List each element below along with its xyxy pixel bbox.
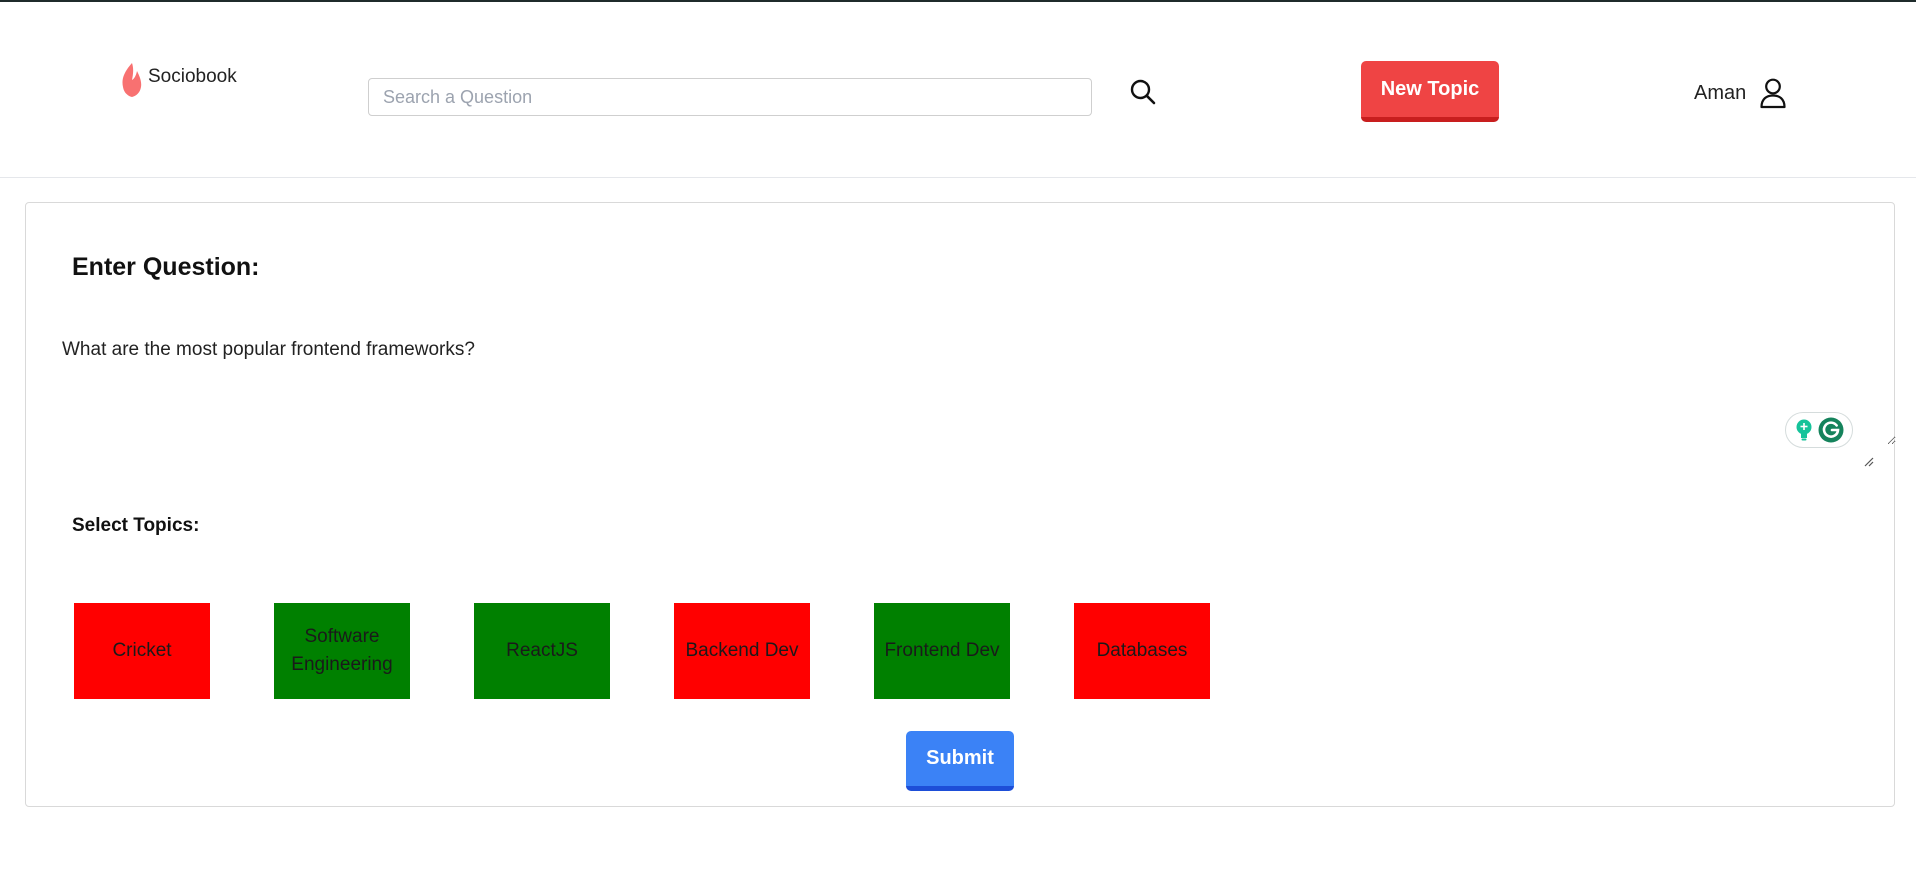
topic-label: Software Engineering <box>291 625 393 676</box>
new-topic-button[interactable]: New Topic <box>1361 61 1499 122</box>
topic-label: Backend Dev <box>685 639 799 661</box>
topic-chip[interactable]: Frontend Dev <box>874 603 1010 699</box>
user-icon <box>1760 78 1786 109</box>
app-name: Sociobook <box>148 66 237 87</box>
flame-icon <box>122 63 142 97</box>
grammarly-icon <box>1818 417 1844 443</box>
topic-label: Cricket <box>112 639 172 661</box>
topic-label: Databases <box>1096 639 1188 661</box>
topic-chip[interactable]: ReactJS <box>474 603 610 699</box>
navbar: Sociobook New Topic Aman <box>0 2 1916 178</box>
topic-label: ReactJS <box>506 639 578 661</box>
search-button[interactable] <box>1128 77 1158 107</box>
topic-chip[interactable]: Backend Dev <box>674 603 810 699</box>
form-title: Enter Question: <box>72 253 260 281</box>
lightbulb-icon <box>1796 419 1812 441</box>
topic-chip[interactable]: Software Engineering <box>274 603 410 699</box>
topics-label: Select Topics: <box>72 515 200 536</box>
search-input[interactable] <box>368 78 1092 116</box>
question-textarea[interactable]: What are the most popular frontend frame… <box>46 325 1896 445</box>
question-form: Enter Question: What are the most popula… <box>25 202 1896 807</box>
topic-chip[interactable]: Cricket <box>74 603 210 699</box>
user-name: Aman <box>1694 81 1747 104</box>
topic-list: Cricket Software Engineering ReactJS Bac… <box>74 603 1210 699</box>
topic-chip[interactable]: Databases <box>1074 603 1210 699</box>
topic-label: Frontend Dev <box>884 639 1000 661</box>
resize-handle-icon[interactable] <box>1864 457 1874 467</box>
grammarly-widget[interactable] <box>1785 412 1853 448</box>
logo[interactable]: Sociobook <box>120 62 237 98</box>
user-menu[interactable]: Aman <box>1694 77 1788 109</box>
search-icon <box>1130 79 1156 105</box>
submit-button[interactable]: Submit <box>906 731 1014 791</box>
